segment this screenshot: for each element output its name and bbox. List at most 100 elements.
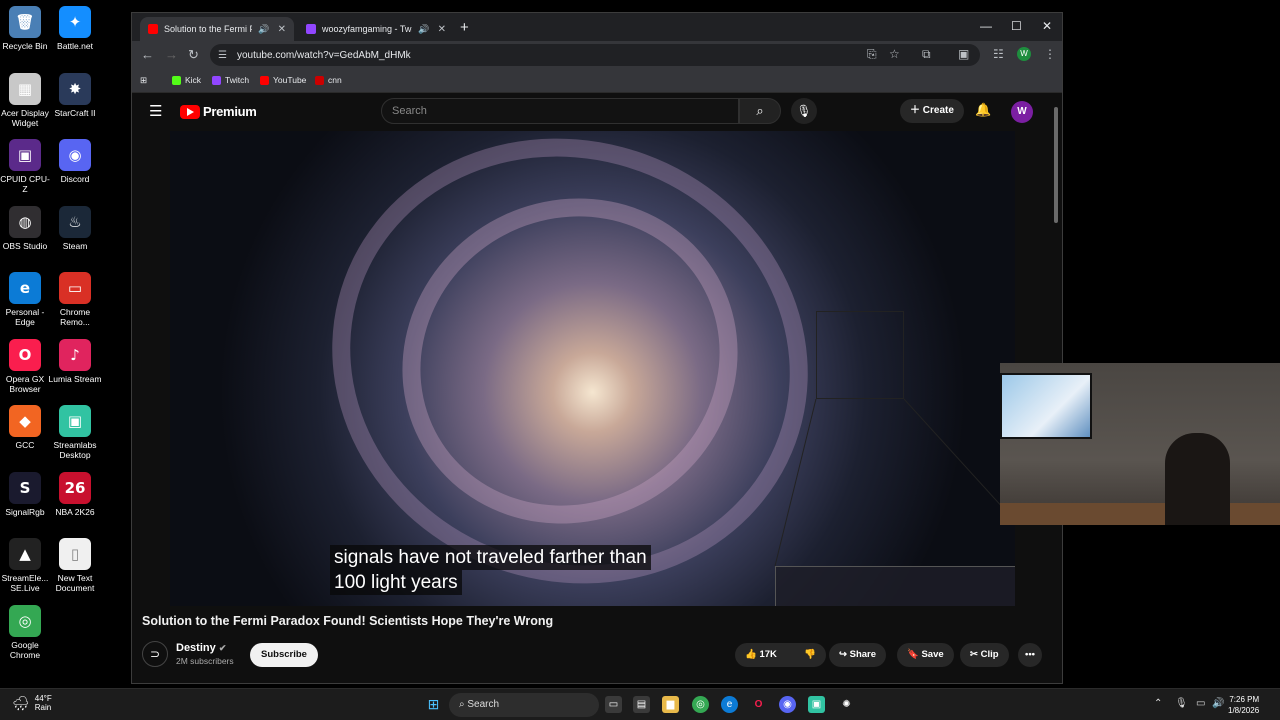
new-tab-button[interactable]: +: [460, 19, 469, 36]
clock-date: 1/8/2026: [1228, 706, 1260, 715]
notifications-bell-icon[interactable]: 🔔: [975, 102, 991, 118]
desktop-icon[interactable]: ▲ StreamEle... SE.Live: [0, 538, 52, 593]
tab-twitch[interactable]: woozyfamgaming - Twitch 🔊 ✕: [298, 17, 454, 41]
desktop-icon[interactable]: ▣ CPUID CPU-Z: [0, 139, 52, 194]
chrome-taskbar-icon[interactable]: ◎: [692, 696, 709, 713]
file-explorer-icon[interactable]: ▆: [662, 696, 679, 713]
tv-in-webcam: [1000, 373, 1092, 439]
clip-button[interactable]: ✂ Clip: [960, 643, 1009, 667]
start-windows-icon[interactable]: ⊞: [425, 696, 442, 713]
subscribe-button[interactable]: Subscribe: [250, 643, 318, 667]
bookmark-star-icon[interactable]: ☆: [889, 47, 900, 61]
apps-icon[interactable]: ⊞: [140, 75, 147, 86]
desktop-icon[interactable]: ♨ Steam: [48, 205, 102, 251]
desktop-icon-label: New Text Document: [55, 573, 95, 593]
install-app-icon[interactable]: ⎘: [867, 47, 877, 62]
address-bar[interactable]: ☰ youtube.com/watch?v=GedAbM_dHMk: [210, 44, 980, 66]
network-tray-icon[interactable]: ▭: [1196, 698, 1205, 709]
desktop-icon-label: OBS Studio: [2, 240, 48, 251]
speaker-icon[interactable]: 🔊: [258, 24, 269, 35]
desktop-icon[interactable]: ▦ Acer Display Widget: [0, 72, 52, 128]
speaker-icon[interactable]: 🔊: [418, 24, 429, 35]
app-icon: O: [9, 338, 41, 371]
desktop-icon[interactable]: S SignalRgb: [0, 471, 52, 517]
forward-button[interactable]: →: [165, 47, 178, 62]
desktop-icon[interactable]: ◆ GCC: [0, 405, 52, 450]
close-tab-icon[interactable]: ✕: [278, 24, 286, 35]
maximize-button[interactable]: ☐: [1011, 19, 1022, 33]
task-view-icon[interactable]: ▭: [605, 696, 622, 713]
bookmark-youtube[interactable]: YouTube: [260, 75, 306, 85]
youtube-logo[interactable]: Premium: [180, 104, 257, 119]
desktop-icon[interactable]: 26 NBA 2K26: [48, 471, 102, 517]
desktop-icon-label: Discord: [60, 174, 90, 184]
share-button[interactable]: ↪ Share: [829, 643, 887, 667]
youtube-icon: [260, 75, 269, 85]
desktop-icon[interactable]: O Opera GX Browser: [0, 338, 52, 394]
discord-taskbar-icon[interactable]: ◉: [779, 696, 796, 713]
channel-name[interactable]: Destiny ✔: [176, 642, 234, 654]
chatgpt-taskbar-icon[interactable]: ✺: [838, 696, 855, 713]
dislike-button[interactable]: 👎: [794, 643, 826, 667]
desktop-icon[interactable]: ✸ StarCraft II: [48, 72, 102, 118]
tab-youtube[interactable]: Solution to the Fermi Parad 🔊 ✕: [140, 17, 294, 41]
streamlabs-taskbar-icon[interactable]: ▣: [808, 696, 825, 713]
desktop-icon[interactable]: e Personal - Edge: [0, 272, 52, 327]
desktop-icon[interactable]: ▭ Chrome Remo...: [48, 272, 102, 327]
desktop-icon[interactable]: ▣ Streamlabs Desktop: [48, 405, 102, 460]
volume-tray-icon[interactable]: 🔊: [1212, 698, 1224, 709]
share-label: Share: [849, 649, 877, 660]
minimize-button[interactable]: —: [980, 19, 992, 33]
tray-overflow-icon[interactable]: ⌃: [1154, 698, 1162, 709]
save-label: Save: [921, 649, 944, 660]
desktop-icon[interactable]: ♪ Lumia Stream: [48, 338, 102, 384]
voice-search-button[interactable]: 🎙: [791, 98, 817, 124]
desktop-icon[interactable]: 🗑 Recycle Bin: [0, 6, 52, 51]
youtube-avatar[interactable]: W: [1011, 101, 1033, 123]
desktop-icon-label: CPUID CPU-Z: [0, 174, 50, 194]
menu-icon[interactable]: ⋮: [1044, 47, 1056, 61]
desktop-icon[interactable]: ◎ Google Chrome: [0, 604, 52, 660]
desktop-icon-label: Recycle Bin: [2, 41, 48, 51]
desktop-icon[interactable]: ▯ New Text Document: [48, 538, 102, 593]
opera-gx-taskbar-icon[interactable]: O: [750, 696, 767, 713]
split-view-icon[interactable]: ▣: [958, 47, 969, 61]
bookmark-twitch[interactable]: Twitch: [212, 75, 249, 85]
close-window-button[interactable]: ✕: [1042, 19, 1052, 33]
video-player[interactable]: signals have not traveled farther than 1…: [170, 131, 1015, 606]
widgets-icon[interactable]: ▤: [633, 696, 650, 713]
desktop-icon[interactable]: ◉ Discord: [48, 139, 102, 184]
weather-widget[interactable]: 🌧 44°F Rain: [12, 694, 52, 712]
edge-taskbar-icon[interactable]: e: [721, 696, 738, 713]
save-button[interactable]: 🔖 Save: [897, 643, 954, 667]
like-icon: 👍: [745, 649, 760, 660]
app-icon: ▣: [9, 139, 41, 171]
desktop-icon[interactable]: ✦ Battle.net: [48, 6, 102, 51]
close-tab-icon[interactable]: ✕: [438, 24, 446, 35]
channel-avatar[interactable]: ⊃: [142, 641, 168, 667]
site-info-icon[interactable]: ☰: [218, 50, 227, 61]
scrollbar-thumb[interactable]: [1054, 107, 1058, 223]
taskbar-clock[interactable]: 7:26 PM 1/8/2026: [1228, 694, 1259, 716]
profile-avatar[interactable]: W: [1017, 47, 1031, 61]
taskbar-search[interactable]: ⌕ Search: [449, 693, 599, 717]
reading-list-icon[interactable]: ☷: [993, 47, 1004, 61]
search-input[interactable]: Search: [381, 98, 739, 124]
search-button[interactable]: ⌕: [739, 98, 781, 124]
extensions-icon[interactable]: ⧉: [922, 47, 931, 62]
bookmark-cnn[interactable]: cnn: [315, 75, 342, 85]
microphone-tray-icon[interactable]: 🎙: [1175, 698, 1188, 709]
hamburger-menu-icon[interactable]: ☰: [149, 102, 162, 120]
webcam-floor: [1000, 503, 1280, 525]
back-button[interactable]: ←: [141, 47, 154, 62]
bookmark-kick[interactable]: Kick: [172, 75, 201, 85]
reload-button[interactable]: ↻: [188, 47, 199, 63]
desktop-icon[interactable]: ◍ OBS Studio: [0, 205, 52, 251]
more-actions-button[interactable]: •••: [1018, 643, 1042, 667]
desktop-icon-label: Opera GX Browser: [5, 373, 45, 394]
youtube-header: ☰ Premium Search ⌕ 🎙 ＋ Create 🔔 W: [132, 93, 1062, 131]
app-icon: ◍: [9, 205, 41, 238]
create-button[interactable]: ＋ Create: [900, 99, 964, 123]
app-icon: ♨: [59, 205, 91, 238]
zoom-inset: [775, 566, 1015, 606]
